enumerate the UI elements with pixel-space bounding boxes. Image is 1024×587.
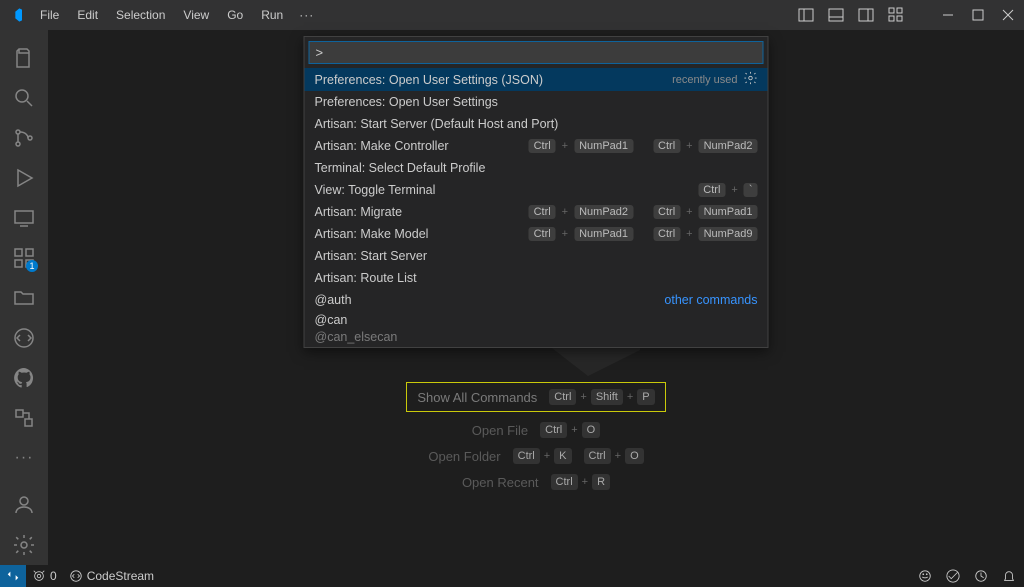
- status-bar: 0 CodeStream: [0, 565, 1024, 587]
- footer-label[interactable]: @auth: [315, 293, 352, 307]
- settings-gear-icon[interactable]: [0, 525, 48, 565]
- extensions-badge: 1: [26, 260, 38, 272]
- folder-icon[interactable]: [0, 278, 48, 318]
- other-commands-link[interactable]: other commands: [664, 293, 757, 307]
- accounts-icon[interactable]: [0, 485, 48, 525]
- key: NumPad1: [574, 227, 633, 241]
- layout-right-icon[interactable]: [858, 7, 874, 23]
- activity-overflow-icon[interactable]: ···: [0, 438, 48, 478]
- key: Ctrl: [653, 227, 680, 241]
- hint-label: Open Folder: [428, 449, 500, 464]
- recently-used-label: recently used: [672, 74, 737, 86]
- hint-show-all-commands: Show All Commands Ctrl+Shift+P: [406, 382, 665, 412]
- hint-label: Show All Commands: [417, 390, 537, 405]
- editor-area: Show All Commands Ctrl+Shift+P Open File…: [48, 30, 1024, 565]
- menu-overflow[interactable]: ···: [291, 4, 322, 26]
- key: NumPad1: [699, 205, 758, 219]
- remote-indicator[interactable]: [0, 565, 26, 587]
- window-close-icon[interactable]: [1000, 7, 1016, 23]
- command-item[interactable]: Artisan: Start Server (Default Host and …: [305, 113, 768, 135]
- command-item[interactable]: Artisan: Make ModelCtrl+NumPad1Ctrl+NumP…: [305, 223, 768, 245]
- command-label: Terminal: Select Default Profile: [315, 161, 486, 175]
- command-label: Preferences: Open User Settings: [315, 95, 498, 109]
- command-item[interactable]: Terminal: Select Default Profile: [305, 157, 768, 179]
- command-item[interactable]: Preferences: Open User Settings (JSON) re…: [305, 68, 768, 91]
- hint-open-file: Open File Ctrl+O: [472, 422, 600, 438]
- key: Ctrl: [653, 205, 680, 219]
- key: NumPad1: [574, 139, 633, 153]
- key: NumPad9: [699, 227, 758, 241]
- command-label: Artisan: Make Model: [315, 227, 429, 241]
- command-palette-footer: @auth other commands: [305, 289, 768, 313]
- hint-label: Open File: [472, 423, 528, 438]
- command-label: Artisan: Make Controller: [315, 139, 449, 153]
- codestream-icon[interactable]: [0, 318, 48, 358]
- menu-go[interactable]: Go: [219, 4, 251, 26]
- extra-item[interactable]: @can: [305, 313, 768, 330]
- golive-icon[interactable]: [974, 569, 988, 583]
- key: NumPad2: [699, 139, 758, 153]
- command-label: Artisan: Start Server: [315, 249, 428, 263]
- command-label: Artisan: Route List: [315, 271, 417, 285]
- key: Ctrl: [529, 227, 556, 241]
- command-palette-list: Preferences: Open User Settings (JSON) re…: [305, 68, 768, 289]
- hint-label: Open Recent: [462, 475, 539, 490]
- gear-icon[interactable]: [744, 71, 758, 88]
- command-item[interactable]: Preferences: Open User Settings: [305, 91, 768, 113]
- command-label: Artisan: Start Server (Default Host and …: [315, 117, 559, 131]
- extensions-icon[interactable]: 1: [0, 238, 48, 278]
- command-item[interactable]: Artisan: Make ControllerCtrl+NumPad1Ctrl…: [305, 135, 768, 157]
- layout-bottom-icon[interactable]: [828, 7, 844, 23]
- layout-left-icon[interactable]: [798, 7, 814, 23]
- search-icon[interactable]: [0, 78, 48, 118]
- command-label: View: Toggle Terminal: [315, 183, 436, 197]
- prettier-icon[interactable]: [946, 569, 960, 583]
- hint-open-recent: Open Recent Ctrl+R: [462, 474, 610, 490]
- menu-selection[interactable]: Selection: [108, 4, 173, 26]
- key: Ctrl: [529, 205, 556, 219]
- key: NumPad2: [574, 205, 633, 219]
- explorer-icon[interactable]: [0, 38, 48, 78]
- command-item[interactable]: View: Toggle TerminalCtrl+`: [305, 179, 768, 201]
- source-control-icon[interactable]: [0, 118, 48, 158]
- command-item[interactable]: Artisan: Route List: [305, 267, 768, 289]
- menu-bar: FileEditSelectionViewGoRun: [32, 4, 291, 26]
- window-minimize-icon[interactable]: [940, 7, 956, 23]
- key: Ctrl: [653, 139, 680, 153]
- github-icon[interactable]: [0, 358, 48, 398]
- command-palette: Preferences: Open User Settings (JSON) re…: [304, 36, 769, 348]
- menu-run[interactable]: Run: [253, 4, 291, 26]
- feedback-icon[interactable]: [918, 569, 932, 583]
- key: `: [744, 183, 758, 197]
- command-item[interactable]: Artisan: Start Server: [305, 245, 768, 267]
- title-controls: [798, 7, 1016, 23]
- titlebar: FileEditSelectionViewGoRun ···: [0, 0, 1024, 30]
- vscode-logo-icon: [8, 7, 24, 23]
- hint-open-folder: Open Folder Ctrl+K Ctrl+O: [428, 448, 643, 464]
- layout-customize-icon[interactable]: [888, 7, 904, 23]
- menu-file[interactable]: File: [32, 4, 67, 26]
- run-debug-icon[interactable]: [0, 158, 48, 198]
- welcome-hints: Show All Commands Ctrl+Shift+P Open File…: [48, 382, 1024, 490]
- extra-item[interactable]: @can_elsecan: [305, 330, 768, 347]
- key: Ctrl: [698, 183, 725, 197]
- ports-indicator[interactable]: 0: [32, 569, 57, 583]
- codestream-status[interactable]: CodeStream: [69, 569, 154, 583]
- menu-edit[interactable]: Edit: [69, 4, 106, 26]
- command-palette-input[interactable]: [309, 41, 764, 64]
- activity-bar: 1 ···: [0, 30, 48, 565]
- menu-view[interactable]: View: [175, 4, 217, 26]
- window-maximize-icon[interactable]: [970, 7, 986, 23]
- command-label: Artisan: Migrate: [315, 205, 403, 219]
- remote-explorer-icon[interactable]: [0, 198, 48, 238]
- command-label: Preferences: Open User Settings (JSON): [315, 73, 544, 87]
- database-icon[interactable]: [0, 398, 48, 438]
- command-item[interactable]: Artisan: MigrateCtrl+NumPad2Ctrl+NumPad1: [305, 201, 768, 223]
- notifications-icon[interactable]: [1002, 569, 1016, 583]
- key: Ctrl: [529, 139, 556, 153]
